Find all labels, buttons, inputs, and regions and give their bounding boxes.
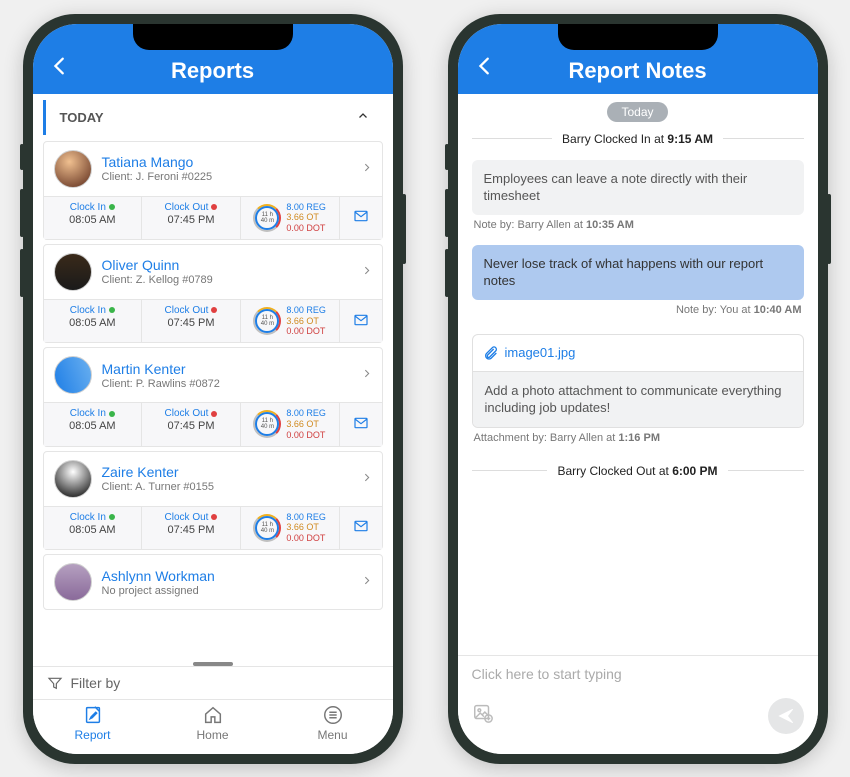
chevron-up-icon (357, 110, 369, 125)
phone-notes: Report Notes Today Barry Clocked In at 9… (448, 14, 828, 764)
clock-in-cell: Clock In 08:05 AM (44, 197, 143, 239)
clock-icon: 11 h40 m (253, 410, 281, 438)
mail-icon (351, 208, 371, 227)
avatar (54, 356, 92, 394)
employee-client: Client: J. Feroni #0225 (102, 171, 213, 183)
note-meta: Note by: You at 10:40 AM (474, 304, 802, 316)
composer (458, 655, 818, 698)
employee-details: Clock In 08:05 AM Clock Out 07:45 PM 11 … (44, 506, 382, 549)
send-button[interactable] (768, 698, 804, 734)
attachment-block[interactable]: image01.jpg Add a photo attachment to co… (472, 334, 804, 428)
employee-card[interactable]: Oliver Quinn Client: Z. Kellog #0789 Clo… (43, 244, 383, 343)
employee-name: Zaire Kenter (102, 464, 215, 480)
chevron-right-icon (362, 160, 372, 177)
hours-cell: 11 h40 m 8.00 REG3.66 OT0.00 DOT (241, 197, 340, 239)
tab-home[interactable]: Home (153, 704, 273, 742)
attachment-meta: Attachment by: Barry Allen at 1:16 PM (474, 432, 802, 444)
hours-cell: 11 h40 m 8.00 REG3.66 OT0.00 DOT (241, 300, 340, 342)
notes-feed: Today Barry Clocked In at 9:15 AM Employ… (458, 94, 818, 655)
employee-name: Oliver Quinn (102, 257, 213, 273)
chevron-right-icon (362, 574, 372, 591)
employee-client: Client: A. Turner #0155 (102, 481, 215, 493)
employee-client: Client: Z. Kellog #0789 (102, 274, 213, 286)
employee-name: Tatiana Mango (102, 154, 213, 170)
clock-in-cell: Clock In 08:05 AM (44, 507, 143, 549)
employee-details: Clock In 08:05 AM Clock Out 07:45 PM 11 … (44, 299, 382, 342)
employee-name: Ashlynn Workman (102, 568, 215, 584)
note-bubble-own: Never lose track of what happens with ou… (472, 245, 804, 300)
mail-icon (351, 415, 371, 434)
clock-out-cell: Clock Out 07:45 PM (142, 403, 241, 445)
employee-list: Tatiana Mango Client: J. Feroni #0225 Cl… (33, 137, 393, 656)
back-icon[interactable] (474, 55, 496, 82)
phone-reports: Reports TODAY Tatiana Mango Client: J. F… (23, 14, 403, 764)
attachment-filename: image01.jpg (505, 345, 576, 360)
clock-in-cell: Clock In 08:05 AM (44, 403, 143, 445)
employee-details: Clock In 08:05 AM Clock Out 07:45 PM 11 … (44, 196, 382, 239)
message-button[interactable] (340, 507, 382, 549)
hours-cell: 11 h40 m 8.00 REG3.66 OT0.00 DOT (241, 507, 340, 549)
note-meta: Note by: Barry Allen at 10:35 AM (474, 219, 802, 231)
filter-label: Filter by (71, 675, 121, 691)
employee-name: Martin Kenter (102, 361, 220, 377)
add-image-icon[interactable] (472, 702, 494, 729)
clock-in-cell: Clock In 08:05 AM (44, 300, 143, 342)
chevron-right-icon (362, 470, 372, 487)
note-bubble: Employees can leave a note directly with… (472, 160, 804, 215)
employee-card[interactable]: Zaire Kenter Client: A. Turner #0155 Clo… (43, 451, 383, 550)
mail-icon (351, 518, 371, 537)
clock-out-event: Barry Clocked Out at 6:00 PM (472, 464, 804, 478)
chevron-right-icon (362, 367, 372, 384)
chevron-right-icon (362, 263, 372, 280)
tab-report[interactable]: Report (33, 704, 153, 742)
message-button[interactable] (340, 197, 382, 239)
clock-out-cell: Clock Out 07:45 PM (142, 197, 241, 239)
employee-card[interactable]: Martin Kenter Client: P. Rawlins #0872 C… (43, 347, 383, 446)
employee-card[interactable]: Tatiana Mango Client: J. Feroni #0225 Cl… (43, 141, 383, 240)
message-button[interactable] (340, 300, 382, 342)
clock-icon: 11 h40 m (253, 307, 281, 335)
clock-icon: 11 h40 m (253, 204, 281, 232)
mail-icon (351, 312, 371, 331)
hours-cell: 11 h40 m 8.00 REG3.66 OT0.00 DOT (241, 403, 340, 445)
employee-client: Client: P. Rawlins #0872 (102, 378, 220, 390)
clock-out-cell: Clock Out 07:45 PM (142, 507, 241, 549)
section-today[interactable]: TODAY (43, 100, 383, 135)
attachment-caption: Add a photo attachment to communicate ev… (473, 372, 803, 427)
clock-in-event: Barry Clocked In at 9:15 AM (472, 132, 804, 146)
avatar (54, 460, 92, 498)
tab-bar: Report Home Menu (33, 699, 393, 754)
avatar (54, 563, 92, 601)
compose-input[interactable] (472, 666, 804, 682)
avatar (54, 150, 92, 188)
filter-button[interactable]: Filter by (33, 666, 393, 699)
section-label: TODAY (60, 110, 104, 125)
clock-out-cell: Clock Out 07:45 PM (142, 300, 241, 342)
employee-details: Clock In 08:05 AM Clock Out 07:45 PM 11 … (44, 402, 382, 445)
back-icon[interactable] (49, 55, 71, 82)
message-button[interactable] (340, 403, 382, 445)
page-title: Report Notes (568, 58, 706, 84)
tab-menu[interactable]: Menu (273, 704, 393, 742)
employee-client: No project assigned (102, 585, 215, 597)
avatar (54, 253, 92, 291)
clock-icon: 11 h40 m (253, 514, 281, 542)
date-pill: Today (607, 102, 667, 122)
page-title: Reports (171, 58, 254, 84)
attachment-header: image01.jpg (473, 335, 803, 372)
employee-card[interactable]: Ashlynn Workman No project assigned (43, 554, 383, 610)
